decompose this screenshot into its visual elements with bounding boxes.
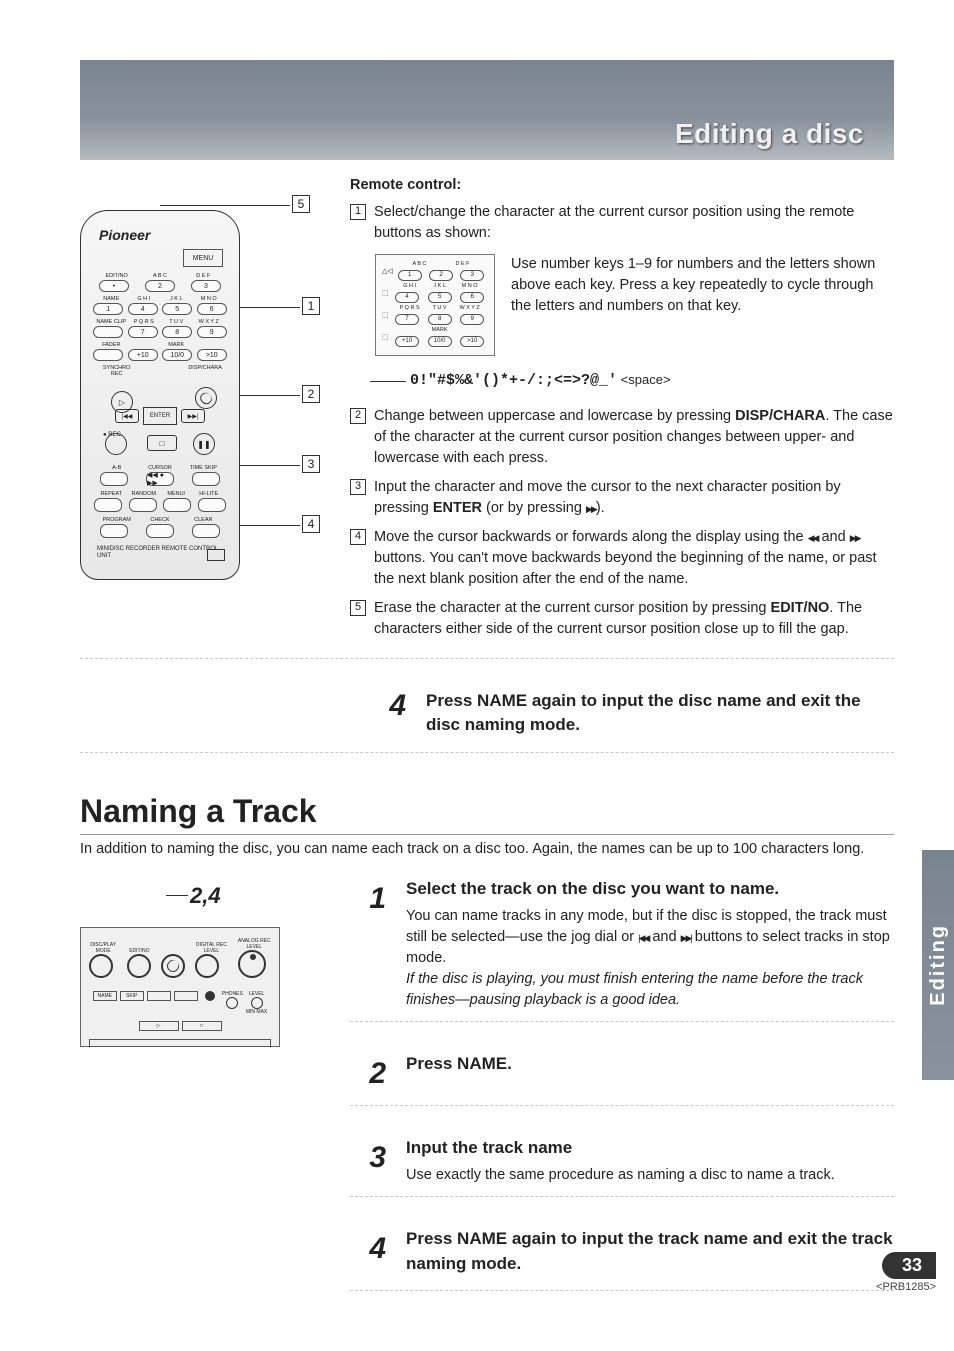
symbol-line: 0!"#$%&'()*+-/:;<=>?@_' <space> xyxy=(350,370,894,392)
track-step-3-body: Use exactly the same procedure as naming… xyxy=(406,1165,894,1186)
track-step-2-heading: Press NAME. xyxy=(406,1052,894,1077)
callout-3: 3 xyxy=(302,455,320,473)
key-name: 1 xyxy=(93,303,123,315)
callout-1: 1 xyxy=(302,297,320,315)
remote-instructions-column: Remote control: 1 Select/change the char… xyxy=(350,175,894,648)
big-step-heading: Press NAME again to input the disc name … xyxy=(426,689,894,738)
step-4-text: Move the cursor backwards or forwards al… xyxy=(374,527,894,590)
rec-button-icon xyxy=(105,433,127,455)
side-tab-text: Editing xyxy=(927,924,950,1006)
remote-brand: Pioneer xyxy=(91,227,229,243)
jog-dial-icon xyxy=(238,950,266,978)
panel-callout-24: 2,4 xyxy=(190,883,221,909)
stop-button-icon: □ xyxy=(147,435,177,451)
page-number-block: 33 <PRB1285> xyxy=(876,1252,936,1293)
knob-icon xyxy=(195,954,219,978)
skip-back-icon xyxy=(638,929,648,945)
key-edit-no: • xyxy=(99,280,129,292)
remote-diagram-column: Pioneer MENU EDIT/NOA B CD E F •23 NAMEG… xyxy=(80,175,330,580)
transport-area: ▷ |◀◀ ENTER ▶▶| ● REC □ ❚❚ xyxy=(91,385,229,465)
disp-chara-icon xyxy=(195,387,217,409)
step-3-text: Input the character and move the cursor … xyxy=(374,477,894,519)
header-band: Editing a disc xyxy=(80,60,894,160)
page-header-title: Editing a disc xyxy=(675,118,864,150)
enter-button: ENTER xyxy=(143,407,177,425)
track-instructions-column: 1 Select the track on the disc you want … xyxy=(350,877,894,1291)
doc-code: <PRB1285> xyxy=(876,1281,936,1293)
step-box-3: 3 xyxy=(350,479,366,495)
page-number: 33 xyxy=(882,1252,936,1279)
section-title-naming-track: Naming a Track xyxy=(80,793,894,835)
track-step-num-2: 2 xyxy=(350,1052,386,1096)
disc-slot-icon xyxy=(89,1039,271,1047)
track-step-1-heading: Select the track on the disc you want to… xyxy=(406,877,894,902)
knob-icon xyxy=(161,954,185,978)
track-step-1-note: If the disc is playing, you must finish … xyxy=(406,969,894,1011)
fast-fwd-icon xyxy=(586,500,596,516)
callout-2: 2 xyxy=(302,385,320,403)
keypad-usage-text: Use number keys 1–9 for numbers and the … xyxy=(511,254,894,317)
track-step-num-1: 1 xyxy=(350,877,386,1011)
track-step-3-heading: Input the track name xyxy=(406,1136,894,1161)
remote-control-illustration: Pioneer MENU EDIT/NOA B CD E F •23 NAMEG… xyxy=(80,210,240,580)
cursor-buttons: ◀◀ ● ▶▶ xyxy=(146,472,174,486)
rewind-icon xyxy=(808,529,818,545)
track-intro: In addition to naming the disc, you can … xyxy=(80,841,894,857)
side-tab: Editing xyxy=(922,850,954,1080)
track-step-1-body: You can name tracks in any mode, but if … xyxy=(406,906,894,969)
remote-footer-icon xyxy=(207,549,225,561)
rec-dot-icon xyxy=(205,991,215,1001)
phones-jack-icon xyxy=(226,997,238,1009)
step-2-text: Change between uppercase and lowercase b… xyxy=(374,406,894,469)
level-knob-icon xyxy=(251,997,263,1009)
callout-5: 5 xyxy=(292,195,310,213)
pause-button-icon: ❚❚ xyxy=(193,433,215,455)
big-step-num: 4 xyxy=(370,689,406,742)
fast-fwd-icon xyxy=(850,529,860,545)
front-panel-illustration: DISC/PLAY MODE EDIT/NO DIGITAL REC LEVEL… xyxy=(80,927,280,1047)
track-step-num-4: 4 xyxy=(350,1227,386,1280)
step-box-2: 2 xyxy=(350,408,366,424)
front-panel-column: 2,4 DISC/PLAY MODE EDIT/NO DIGITAL REC L… xyxy=(80,877,330,1047)
knob-icon xyxy=(127,954,151,978)
callout-4: 4 xyxy=(302,515,320,533)
step-box-4: 4 xyxy=(350,529,366,545)
skip-back-icon: |◀◀ xyxy=(115,409,139,423)
mini-keypad-illustration: △◁ A B CD E F 123 ⬚ G H IJ K LM N O 456 … xyxy=(375,254,495,356)
skip-fwd-icon xyxy=(681,929,691,945)
knob-icon xyxy=(89,954,113,978)
step-5-text: Erase the character at the current curso… xyxy=(374,598,894,640)
step-box-5: 5 xyxy=(350,600,366,616)
remote-display: MENU xyxy=(183,249,223,267)
track-step-4-heading: Press NAME again to input the track name… xyxy=(406,1227,894,1276)
keypad-inset: △◁ A B CD E F 123 ⬚ G H IJ K LM N O 456 … xyxy=(375,254,894,356)
big-step-4-disc: 4 Press NAME again to input the disc nam… xyxy=(370,677,894,742)
step-1-text: Select/change the character at the curre… xyxy=(374,202,894,244)
remote-control-heading: Remote control: xyxy=(350,175,894,196)
skip-fwd-icon: ▶▶| xyxy=(181,409,205,423)
track-step-num-3: 3 xyxy=(350,1136,386,1186)
step-box-1: 1 xyxy=(350,204,366,220)
